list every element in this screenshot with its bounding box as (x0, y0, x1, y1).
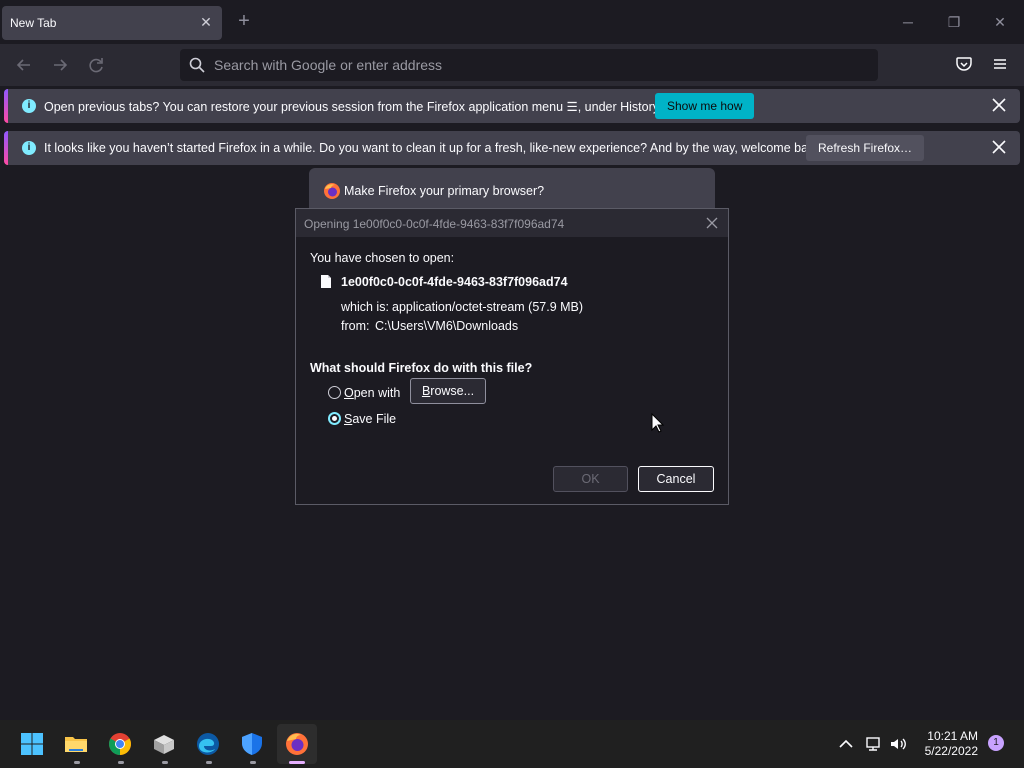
new-tab-button[interactable]: + (234, 11, 254, 32)
from-label: from: (341, 319, 370, 333)
cancel-button[interactable]: Cancel (638, 466, 714, 492)
firefox-icon (324, 183, 340, 199)
open-with-text: pen with (353, 386, 401, 400)
file-source: C:\Users\VM6\Downloads (375, 319, 519, 333)
package-icon[interactable] (152, 732, 176, 756)
info-icon: i (22, 141, 36, 155)
refresh-firefox-notification: i It looks like you haven’t started Fire… (4, 131, 1020, 165)
firefox-icon[interactable] (285, 732, 309, 756)
search-icon (189, 57, 205, 73)
defender-icon[interactable] (240, 732, 264, 756)
reload-icon[interactable] (85, 54, 107, 76)
navigation-toolbar (0, 44, 1024, 86)
edge-icon[interactable] (196, 732, 220, 756)
clock-date: 5/22/2022 (924, 744, 978, 758)
chosen-text: You have chosen to open: (310, 251, 455, 265)
back-arrow-icon[interactable] (13, 54, 35, 76)
save-file-radio[interactable] (328, 412, 341, 425)
tab-close-icon[interactable]: ✕ (198, 14, 214, 30)
chrome-icon[interactable] (108, 732, 132, 756)
action-question: What should Firefox do with this file? (310, 361, 533, 375)
clock-time: 10:21 AM (927, 729, 978, 743)
running-indicator (250, 761, 256, 764)
file-icon (321, 275, 331, 288)
hamburger-menu-icon[interactable] (990, 54, 1010, 74)
dialog-title-bar: Opening 1e00f0c0-0c0f-4fde-9463-83f7f096… (296, 209, 728, 237)
file-type: application/octet-stream (57.9 MB) (392, 300, 584, 314)
volume-icon[interactable] (888, 734, 908, 754)
pocket-icon[interactable] (954, 54, 974, 74)
dialog-body: You have chosen to open: 1e00f0c0-0c0f-4… (296, 237, 728, 504)
minimize-button[interactable]: ─ (898, 12, 918, 32)
tab-new-tab[interactable]: New Tab ✕ (2, 6, 222, 40)
show-me-how-button[interactable]: Show me how (655, 93, 755, 119)
network-icon[interactable] (864, 734, 884, 754)
system-clock[interactable]: 10:21 AM 5/22/2022 (916, 729, 978, 759)
notification-message: Open previous tabs? You can restore your… (44, 100, 662, 114)
mouse-cursor-icon (651, 413, 665, 433)
info-icon: i (22, 99, 36, 113)
close-icon[interactable] (704, 215, 720, 231)
notification-message: It looks like you haven’t started Firefo… (44, 141, 825, 155)
running-indicator (162, 761, 168, 764)
close-icon[interactable] (990, 138, 1008, 156)
notification-badge[interactable]: 1 (988, 735, 1004, 751)
taskbar: 10:21 AM 5/22/2022 1 (0, 720, 1024, 768)
browse-button[interactable]: Browse... (410, 378, 486, 404)
search-input[interactable] (214, 57, 814, 73)
close-icon[interactable] (990, 96, 1008, 114)
open-with-label[interactable]: Open with (344, 386, 400, 400)
windows-start-icon[interactable] (20, 732, 44, 756)
refresh-firefox-button[interactable]: Refresh Firefox… (806, 135, 925, 161)
save-file-label[interactable]: Save File (344, 412, 396, 426)
which-is-label: which is: (341, 300, 389, 314)
running-indicator (74, 761, 80, 764)
forward-arrow-icon[interactable] (49, 54, 71, 76)
ok-button[interactable]: OK (553, 466, 628, 492)
file-name: 1e00f0c0-0c0f-4fde-9463-83f7f096ad74 (341, 275, 568, 289)
opening-file-dialog: Opening 1e00f0c0-0c0f-4fde-9463-83f7f096… (295, 208, 729, 505)
running-indicator (206, 761, 212, 764)
dialog-title: Make Firefox your primary browser? (344, 184, 545, 198)
dialog-title: Opening 1e00f0c0-0c0f-4fde-9463-83f7f096… (304, 217, 565, 231)
tab-title: New Tab (10, 16, 57, 30)
restore-button[interactable]: ❐ (944, 12, 964, 32)
address-bar[interactable] (180, 49, 878, 81)
chevron-up-icon[interactable] (836, 734, 856, 754)
title-bar: New Tab ✕ + ─ ❐ ✕ (0, 0, 1024, 44)
restore-session-notification: i Open previous tabs? You can restore yo… (4, 89, 1020, 123)
running-indicator (118, 761, 124, 764)
close-window-button[interactable]: ✕ (990, 12, 1010, 32)
file-explorer-icon[interactable] (64, 732, 88, 756)
open-with-radio[interactable] (328, 386, 341, 399)
active-indicator (289, 761, 305, 764)
